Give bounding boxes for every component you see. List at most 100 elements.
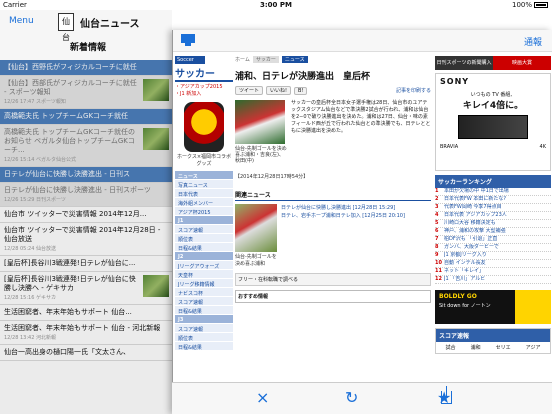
score-tab[interactable]: アジア <box>526 344 541 351</box>
browser-panel: 通報 Soccer サッカー ・アジアカップ2015 ・J1 新加入 ホークス×… <box>172 30 552 414</box>
ad-column: 日刊スポーツの新聞購入 映画大賞 SONY いつもの TV 番組、 キレイ4倍に… <box>435 56 551 382</box>
sub-nav[interactable]: ・アジアカップ2015 ・J1 新加入 <box>175 84 233 98</box>
ad-caption[interactable]: ホークス×福岡市コラボグッズ <box>175 153 233 167</box>
section-heading[interactable]: サッカー <box>175 65 233 82</box>
news-title: 日テレが仙台に快勝し決勝進出 - 日刊スポーツ <box>4 186 151 194</box>
nav-item[interactable]: 海外組メンバー <box>175 198 233 207</box>
news-item[interactable]: 日テレが仙台に快勝し決勝進出 - 日刊ス <box>0 167 172 183</box>
close-icon[interactable]: × <box>256 389 269 407</box>
news-item[interactable]: 高橋範夫氏 トップチームGKコーチ就任のお知らせ ベガルタ仙台トップチームGKコ… <box>0 125 172 167</box>
nav-item[interactable]: 順位表 <box>175 234 233 243</box>
nav-item[interactable]: 写真ニュース <box>175 180 233 189</box>
ranking-row[interactable]: 7 柏DF沢も 「引退」正直 <box>435 236 551 244</box>
status-bar: Carrier 3:00 PM 100% <box>0 0 552 10</box>
news-item[interactable]: 【仙台】西部氏がフィジカルコーチに就任 - スポーツ報知 12/26 17:47 … <box>0 76 172 109</box>
hawks-ad-image[interactable] <box>184 102 224 152</box>
nav-item[interactable]: アジア杯2015 <box>175 207 233 216</box>
rank-title: 本田が欠場の中 中1日で出場 <box>444 188 509 194</box>
crumb-news[interactable]: ニュース <box>281 56 308 63</box>
rank-title: J1 京都Jリーグ入り <box>444 252 487 258</box>
menu-button[interactable]: Menu <box>9 16 34 26</box>
sony-headline: キレイ4倍に。 <box>462 101 524 111</box>
ranking-row[interactable]: 4 日本代表 アジアカップ23人 <box>435 212 551 220</box>
shop-banner-left[interactable]: 日刊スポーツの新聞購入 <box>435 56 493 70</box>
article-photo[interactable] <box>235 100 285 144</box>
ranking-row[interactable]: 2 日本代表FW 本田に新たな? <box>435 196 551 204</box>
shop-banner-right[interactable]: 映画大賞 <box>493 56 551 70</box>
nav-item[interactable]: Jリーグ移籍情報 <box>175 279 233 288</box>
rank-title: ネット「キレイ」 <box>444 268 485 274</box>
ranking-row[interactable]: 5 川崎ロ大谷 移籍決定も <box>435 220 551 228</box>
nav-item[interactable]: J3 <box>175 315 233 324</box>
nav-item[interactable]: 日程&結果 <box>175 342 233 351</box>
score-tab[interactable]: 浦和 <box>471 344 481 351</box>
nav-item[interactable]: スコア速報 <box>175 324 233 333</box>
shop-banner[interactable]: 日刊スポーツの新聞購入 映画大賞 <box>435 56 551 70</box>
ranking-row[interactable]: 3 代表FW岡崎 今季7得点目 <box>435 204 551 212</box>
print-link[interactable]: 記事を印刷する <box>396 87 431 94</box>
like-button[interactable]: いいね! <box>266 86 292 95</box>
ranking-row[interactable]: 8 ガンバ、大阪ダービーで <box>435 244 551 252</box>
webpage[interactable]: Soccer サッカー ・アジアカップ2015 ・J1 新加入 ホークス×福岡市… <box>173 52 552 382</box>
ranking-row[interactable]: 10 自動 インテル長友 <box>435 260 551 268</box>
ranking-row[interactable]: 11 ネット「キレイ」 <box>435 268 551 276</box>
monitor-icon[interactable] <box>181 34 195 46</box>
battery-indicator: 100% <box>512 0 548 10</box>
rank-number: 9 <box>435 252 439 258</box>
hatena-button[interactable]: B! <box>294 86 308 95</box>
news-item[interactable]: 高橋範夫氏 トップチームGKコーチ就任 <box>0 109 172 125</box>
news-item[interactable]: 仙台市 ツイッターで災害情報 2014年12月... <box>0 207 172 223</box>
related-link[interactable]: 日テレ、岩手ホープ浦和日テレ加入 [12月25日 20:10] <box>281 212 405 220</box>
rank-number: 8 <box>435 244 439 250</box>
news-item[interactable]: 日テレが仙台に快勝し決勝進出 - 日刊スポーツ 12/26 15:29 日刊スポー… <box>0 183 172 207</box>
related-thumbnail[interactable] <box>235 204 277 252</box>
nav-item[interactable]: 天皇杯 <box>175 270 233 279</box>
news-item[interactable]: 仙台一高出身の樋口陽一氏「文太さん、 <box>0 345 172 361</box>
nav-item[interactable]: スコア速報 <box>175 297 233 306</box>
news-item[interactable]: [皇后杯]長谷川3戦連発!日テレが仙台に快勝し決勝へ - ゲキサカ 12/28 1… <box>0 272 172 305</box>
crumb-soccer[interactable]: サッカー <box>252 56 279 63</box>
norton-tagline: Sit down for ノートン <box>439 303 491 309</box>
photo-caption: 仙台-先制ゴールを決め喜ぶ浦和・吉良(左)、秋田(中) <box>235 146 287 164</box>
nav-item[interactable]: ニュース <box>175 171 233 180</box>
tweet-button[interactable]: ツイート <box>235 86 264 95</box>
refresh-icon[interactable]: ↻ <box>345 389 358 407</box>
news-item[interactable]: 【仙台】西野氏がフィジカルコーチに就任 <box>0 60 172 76</box>
nav-item[interactable]: Jリーグアウォーズ <box>175 261 233 270</box>
news-thumbnail <box>143 275 169 297</box>
related-link[interactable]: 日テレが仙台に快勝し決勝進出 [12月28日 15:29] <box>281 204 405 212</box>
nav-item[interactable]: 日程&結果 <box>175 243 233 252</box>
nav-item[interactable]: スコア速報 <box>175 225 233 234</box>
news-item[interactable]: [皇后杯]長谷川3戦連発!日テレが仙台に... <box>0 256 172 272</box>
news-item[interactable]: 生活困窮者、年末年始もサポート 仙台... <box>0 305 172 321</box>
ranking-row[interactable]: 1 本田が欠場の中 中1日で出場 <box>435 188 551 196</box>
nav-item[interactable]: ナビスコ杯 <box>175 288 233 297</box>
news-meta: 12/28 05:24 仙台放送 <box>4 246 56 252</box>
sony-ad[interactable]: SONY いつもの TV 番組、 キレイ4倍に。 BRAVIA 4K <box>435 73 551 171</box>
score-tab[interactable]: 試合 <box>446 344 456 351</box>
rank-number: 4 <box>435 212 439 218</box>
score-tab[interactable]: セリエ <box>496 344 511 351</box>
nav-item[interactable]: 順位表 <box>175 333 233 342</box>
star-icon[interactable]: ★ <box>437 389 451 407</box>
news-title: 【仙台】西野氏がフィジカルコーチに就任 <box>4 63 137 71</box>
job-search-box[interactable]: フリー・在科転職で調べる <box>235 273 431 286</box>
crumb-home[interactable]: ホーム <box>235 56 250 63</box>
nav-item[interactable]: 日本代表 <box>175 189 233 198</box>
nav-item[interactable]: J1 <box>175 216 233 225</box>
news-list[interactable]: 【仙台】西野氏がフィジカルコーチに就任【仙台】西部氏がフィジカルコーチに就任 -… <box>0 60 172 414</box>
news-item[interactable]: 生活困窮者、年末年始もサポート 仙台 - 河北新報 12/28 13:42 河北新… <box>0 321 172 345</box>
ranking-row[interactable]: 12 J1 「吉川」アルビ <box>435 276 551 284</box>
ranking-row[interactable]: 9 J1 京都Jリーグ入り <box>435 252 551 260</box>
ranking-list: 1 本田が欠場の中 中1日で出場 2 日本代表FW 本田に新たな? 3 代表FW岡崎 今季… <box>435 188 551 284</box>
rank-title: 日本代表 アジアカップ23人 <box>444 212 507 218</box>
news-item[interactable]: 仙台市 ツイッターで災害情報 2014年12月28日 - 仙台放送 12/28 0… <box>0 223 172 256</box>
nav-item[interactable]: 日程&結果 <box>175 306 233 315</box>
nav-item[interactable]: J2 <box>175 252 233 261</box>
rank-number: 7 <box>435 236 439 242</box>
4k-label: 4K <box>539 144 546 150</box>
report-link[interactable]: 通報 <box>524 35 542 48</box>
sony-tagline: いつもの TV 番組、 <box>470 92 516 98</box>
ranking-row[interactable]: 6 神戸、浦和の攻撃 大型補強 <box>435 228 551 236</box>
norton-ad[interactable]: BOLDLY GO Sit down for ノートン <box>435 290 551 324</box>
